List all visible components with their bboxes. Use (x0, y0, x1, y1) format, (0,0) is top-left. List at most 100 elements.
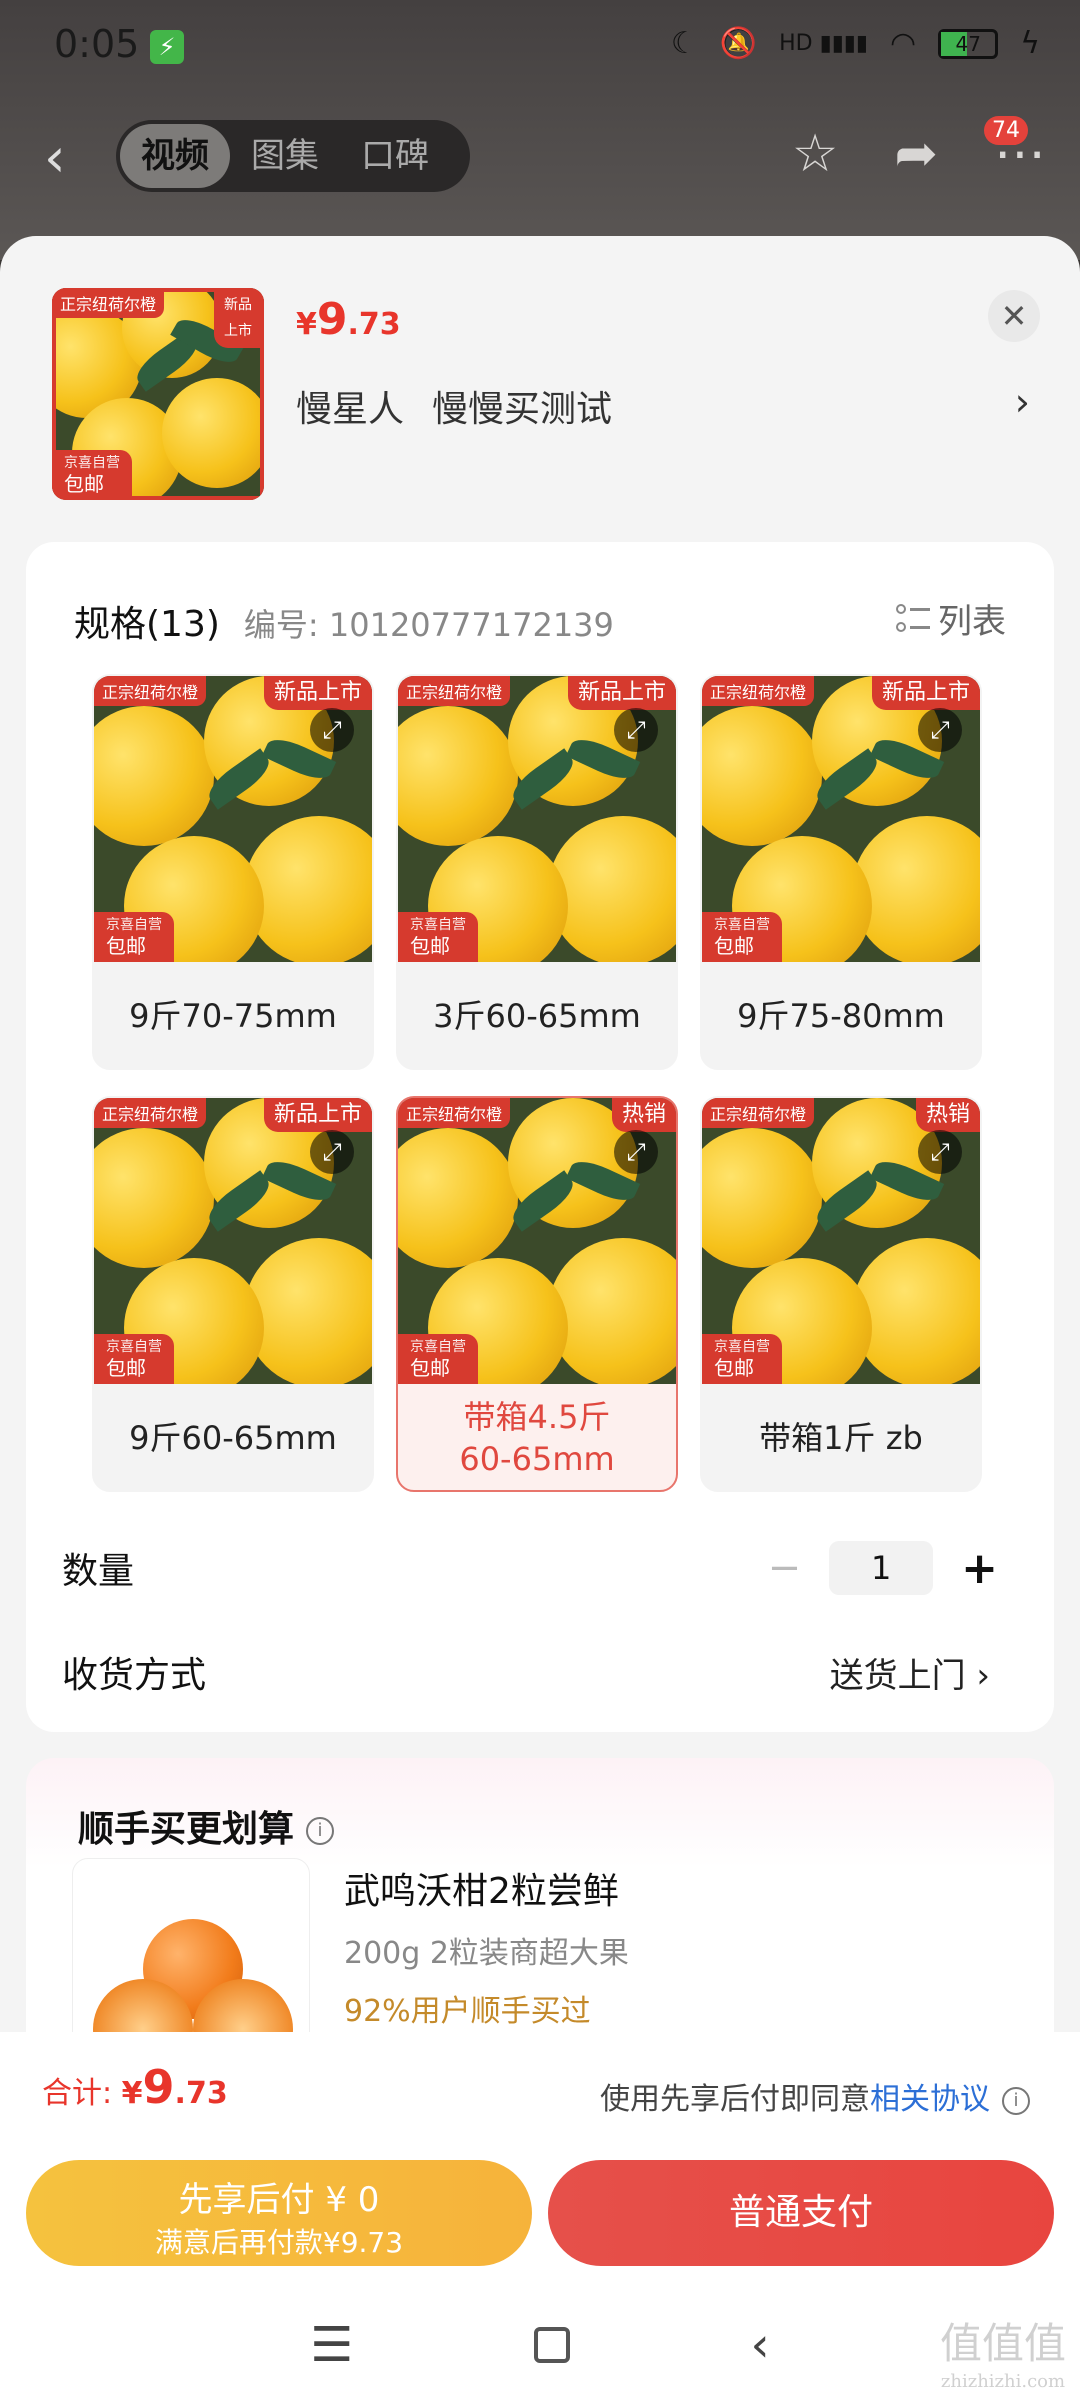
spec-grid: 正宗纽荷尔橙 新品上市 ⤢ 京喜自营 包邮 9斤70-75mm 正宗纽荷尔橙 新品上市 ⤢ 京喜自… (92, 674, 1028, 1492)
brand-tag: 正宗纽荷尔橙 (702, 1098, 815, 1128)
sheet-header: 正宗纽荷尔橙 新品上市 京喜自营 包邮 ¥9.73 ✕ 慢星人 慢慢买测试 › (0, 236, 1080, 536)
spec-option-image: 正宗纽荷尔橙 新品上市 ⤢ 京喜自营 包邮 (398, 676, 676, 962)
spec-option[interactable]: 正宗纽荷尔橙 新品上市 ⤢ 京喜自营 包邮 9斤70-75mm (92, 674, 374, 1070)
plus-button[interactable]: + (961, 1543, 998, 1594)
spec-card: 规格(13) 编号: 10120777172139 列表 正宗纽荷尔橙 新品上市 ⤢… (26, 542, 1054, 1732)
spec-option-image: 正宗纽荷尔橙 新品上市 ⤢ 京喜自营 包邮 (94, 1098, 372, 1384)
shipping-tag: 京喜自营 包邮 (94, 912, 174, 962)
spec-option[interactable]: 正宗纽荷尔橙 新品上市 ⤢ 京喜自营 包邮 3斤60-65mm (396, 674, 678, 1070)
list-view-toggle[interactable]: 列表 (896, 594, 1006, 643)
battery-icon: 47 (938, 28, 999, 59)
expand-icon[interactable]: ⤢ (310, 708, 354, 752)
back-icon[interactable]: ‹ (750, 2317, 769, 2373)
charging-icon: ⚡ (150, 30, 184, 64)
mute-icon: 🔕 (719, 26, 758, 61)
spec-option-label: 9斤75-80mm (737, 997, 945, 1035)
home-icon[interactable] (533, 2327, 570, 2363)
spec-tag: 新品上市 (263, 676, 372, 710)
back-icon[interactable]: ‹ (44, 126, 66, 189)
brand-tag: 正宗纽荷尔橙 (94, 1098, 207, 1128)
seller-info[interactable]: 慢星人 慢慢买测试 (296, 380, 612, 432)
expand-icon[interactable]: ⤢ (614, 708, 658, 752)
wifi-icon: ◠ (890, 26, 917, 61)
bolt-icon: ϟ (1020, 26, 1040, 61)
spec-option-image: 正宗纽荷尔橙 热销 ⤢ 京喜自营 包邮 (702, 1098, 980, 1384)
brand-tag: 正宗纽荷尔橙 (94, 676, 207, 706)
new-tag: 新品上市 (214, 288, 264, 348)
shipping-tag: 京喜自营 包邮 (702, 912, 782, 962)
seller-name: 慢星人 (296, 389, 405, 430)
agreement-link[interactable]: 相关协议 (870, 2082, 990, 2117)
tab-reviews[interactable]: 口碑 (340, 124, 450, 188)
nav-actions: ☆ ➦ ⋯ 74 (792, 116, 1046, 184)
pay-later-button[interactable]: 先享后付 ¥ 0 满意后再付款¥9.73 (26, 2160, 532, 2266)
chevron-right-icon: › (976, 1655, 990, 1696)
expand-icon[interactable]: ⤢ (614, 1130, 658, 1174)
addon-product-desc: 200g 2粒装商超大果 (344, 1936, 629, 1971)
spec-option[interactable]: 正宗纽荷尔橙 热销 ⤢ 京喜自营 包邮 带箱1斤 zb (700, 1096, 982, 1492)
spec-option[interactable]: 正宗纽荷尔橙 新品上市 ⤢ 京喜自营 包邮 9斤60-65mm (92, 1096, 374, 1492)
delivery-row[interactable]: 收货方式 送货上门 › (62, 1646, 1018, 1698)
shipping-tag: 京喜自营 包邮 (702, 1334, 782, 1384)
product-thumbnail[interactable]: 正宗纽荷尔橙 新品上市 京喜自营 包邮 (52, 288, 264, 500)
spec-option[interactable]: 正宗纽荷尔橙 新品上市 ⤢ 京喜自营 包邮 9斤75-80mm (700, 674, 982, 1070)
minus-button[interactable]: − (768, 1545, 802, 1591)
spec-option-label: 3斤60-65mm (433, 997, 641, 1035)
media-nav: ‹ 视频 图集 口碑 ☆ ➦ ⋯ 74 (0, 110, 1080, 200)
delivery-value: 送货上门 › (829, 1655, 990, 1696)
quantity-row: 数量 − 1 + (62, 1541, 1018, 1595)
quantity-input[interactable]: 1 (829, 1541, 934, 1595)
total-price: 合计: ¥9.73 (42, 2060, 228, 2114)
quantity-label: 数量 (62, 1551, 135, 1592)
spec-tag: 新品上市 (567, 676, 676, 710)
store-name: 慢慢买测试 (432, 389, 613, 430)
checkout-bar: 合计: ¥9.73 使用先享后付即同意相关协议 i 先享后付 ¥ 0 满意后再付款… (0, 2032, 1080, 2400)
spec-option-image: 正宗纽荷尔橙 新品上市 ⤢ 京喜自营 包邮 (94, 676, 372, 962)
spec-option-label: 9斤60-65mm (129, 1419, 337, 1457)
close-icon[interactable]: ✕ (988, 290, 1040, 342)
spec-tag: 新品上市 (871, 676, 980, 710)
info-icon[interactable]: i (306, 1817, 335, 1845)
message-badge: 74 (984, 116, 1028, 145)
expand-icon[interactable]: ⤢ (310, 1130, 354, 1174)
expand-icon[interactable]: ⤢ (918, 1130, 962, 1174)
signal-icon: HD ▮▮▮▮ (779, 31, 869, 56)
agreement-text: 使用先享后付即同意相关协议 i (600, 2074, 1030, 2118)
status-bar: 0:05 ⚡ ☾ 🔕 HD ▮▮▮▮ ◠ 47 ϟ (0, 0, 1080, 90)
share-icon[interactable]: ➦ (894, 124, 938, 184)
spec-option-image: 正宗纽荷尔橙 热销 ⤢ 京喜自营 包邮 (398, 1098, 676, 1384)
brand-tag: 正宗纽荷尔橙 (398, 1098, 511, 1128)
menu-icon[interactable]: ☰ (310, 2317, 353, 2373)
product-price: ¥9.73 (296, 294, 401, 345)
star-icon[interactable]: ☆ (792, 124, 839, 184)
spec-option-label: 带箱1斤 zb (759, 1419, 923, 1457)
addon-product-name[interactable]: 武鸣沃柑2粒尝鲜 (344, 1862, 619, 1914)
shipping-tag: 京喜自营 包邮 (52, 450, 132, 500)
media-tabs: 视频 图集 口碑 (116, 120, 470, 192)
status-icons: ☾ 🔕 HD ▮▮▮▮ ◠ 47 ϟ (671, 26, 1040, 61)
spec-option-image: 正宗纽荷尔橙 新品上市 ⤢ 京喜自营 包邮 (702, 676, 980, 962)
addon-title: 顺手买更划算 i (78, 1800, 335, 1852)
shipping-tag: 京喜自营 包邮 (398, 912, 478, 962)
spec-option-label: 9斤70-75mm (129, 997, 337, 1035)
tab-gallery[interactable]: 图集 (230, 124, 340, 188)
shipping-tag: 京喜自营 包邮 (94, 1334, 174, 1384)
brand-tag: 正宗纽荷尔橙 (398, 676, 511, 706)
info-icon[interactable]: i (1002, 2086, 1030, 2115)
spec-option[interactable]: 正宗纽荷尔橙 热销 ⤢ 京喜自营 包邮 带箱4.5斤 60-65mm (396, 1096, 678, 1492)
more-icon[interactable]: ⋯ 74 (984, 116, 1046, 184)
spec-option-label: 带箱4.5斤 60-65mm (459, 1398, 615, 1478)
expand-icon[interactable]: ⤢ (918, 708, 962, 752)
addon-product-rate: 92%用户顺手买过 (344, 1994, 591, 2029)
status-time: 0:05 (54, 22, 140, 66)
shipping-tag: 京喜自营 包邮 (398, 1334, 478, 1384)
spec-tag: 新品上市 (263, 1098, 372, 1132)
quantity-stepper: − 1 + (768, 1541, 998, 1595)
tab-video[interactable]: 视频 (120, 124, 230, 188)
spec-code: 编号: 10120777172139 (243, 605, 614, 644)
chevron-right-icon[interactable]: › (1015, 380, 1030, 424)
delivery-label: 收货方式 (62, 1655, 207, 1696)
brand-tag: 正宗纽荷尔橙 (702, 676, 815, 706)
list-icon (896, 602, 930, 636)
normal-pay-button[interactable]: 普通支付 (548, 2160, 1054, 2266)
